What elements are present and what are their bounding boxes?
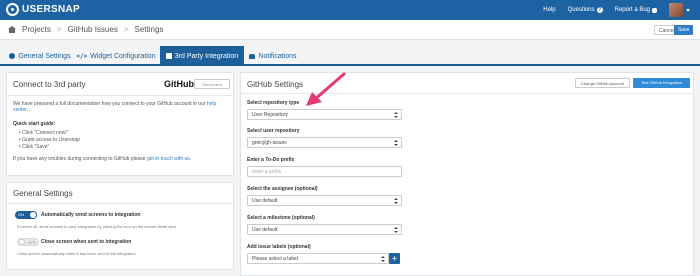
user-repo-label: Select user repository — [247, 128, 300, 134]
tab-label: General Settings — [18, 52, 71, 60]
labels-value: Please select a label — [252, 256, 298, 262]
questions-label: Questions — [567, 7, 595, 13]
close-screen-label: Close screen when sent to integration — [41, 239, 132, 245]
connect-panel-title: Connect to 3rd party — [13, 80, 86, 89]
milestone-select[interactable]: Use default — [247, 224, 402, 235]
disconnect-button[interactable]: Disconnect — [194, 79, 230, 89]
home-icon[interactable] — [8, 26, 16, 33]
breadcrumb-item-projects[interactable]: Projects — [22, 25, 51, 34]
quick-start-step: • Click "Save" — [19, 144, 50, 150]
tab-widget-configuration[interactable]: </> Widget Configuration — [76, 46, 156, 66]
bell-icon — [249, 53, 256, 59]
connect-intro: We have prepared a full documentation ho… — [13, 101, 229, 113]
code-icon: </> — [76, 52, 88, 60]
test-integration-button[interactable]: Test GitHub Integration — [633, 78, 690, 88]
github-settings-title: GitHub Settings — [247, 80, 304, 89]
toggle-knob — [18, 239, 25, 245]
user-avatar[interactable] — [669, 3, 683, 17]
toggle-knob — [30, 212, 36, 218]
auto-send-label: Automatically send screens to integratio… — [41, 212, 141, 218]
repo-type-value: User Repository — [252, 112, 288, 118]
circle-icon — [9, 53, 16, 59]
tab-label: 3rd Party Integration — [174, 52, 239, 60]
select-arrows-icon — [394, 227, 398, 233]
tab-3rd-party-integration[interactable]: 3rd Party Integration — [160, 46, 244, 66]
user-repo-select[interactable]: greicj/gh-issues — [247, 137, 402, 148]
milestone-label: Select a milestone (optional) — [247, 215, 315, 221]
repo-type-label: Select repository type — [247, 100, 300, 106]
quick-start-step: • Click "Connect now!" — [19, 130, 69, 136]
auto-send-toggle[interactable]: ON — [15, 211, 37, 219]
trouble-note: If you have any troubles during connecti… — [13, 156, 229, 162]
select-arrows-icon — [381, 256, 385, 262]
trouble-end: . — [189, 156, 192, 162]
tab-label: Widget Configuration — [90, 52, 156, 60]
help-link[interactable]: Help — [543, 7, 555, 13]
questions-menu[interactable]: Questions ? — [568, 7, 603, 13]
quick-start-step: • Grant access to Usersnap — [19, 137, 80, 143]
report-bug-link[interactable]: Report a Bug — [615, 7, 657, 13]
close-screen-toggle[interactable]: OFF — [17, 238, 39, 246]
tab-notifications[interactable]: Notifications — [246, 46, 300, 66]
connect-panel: Connect to 3rd party GitHub Disconnect W… — [6, 72, 234, 176]
trouble-text: If you have any troubles during connecti… — [13, 156, 146, 162]
top-navigation-bar: USERSNAP Help Questions ? Report a Bug — [0, 0, 700, 20]
divider — [7, 203, 233, 204]
todo-prefix-input[interactable]: enter a prefix — [247, 166, 402, 177]
milestone-value: Use default — [252, 227, 278, 233]
top-nav-links: Help Questions ? Report a Bug — [543, 0, 700, 20]
breadcrumb-separator: > — [123, 25, 129, 34]
save-button[interactable]: Save — [674, 25, 694, 35]
auto-send-description: If turned off, send screens to your inte… — [17, 224, 178, 229]
select-arrows-icon — [394, 112, 398, 118]
change-account-button[interactable]: Change GitHub Account — [575, 78, 630, 88]
breadcrumb-separator: > — [56, 25, 62, 34]
connect-intro-text: We have prepared a full documentation ho… — [13, 101, 206, 107]
chevron-down-icon[interactable] — [686, 8, 690, 12]
connect-intro-end: . — [26, 107, 29, 113]
user-repo-value: greicj/gh-issues — [252, 140, 287, 146]
assignee-value: Use default — [252, 198, 278, 204]
usersnap-logo[interactable]: USERSNAP — [6, 3, 80, 16]
toggle-state: OFF — [28, 240, 36, 245]
assignee-label: Select the assignee (optional) — [247, 186, 318, 192]
todo-prefix-label: Enter a To-Do prefix — [247, 157, 295, 163]
question-icon: ? — [596, 7, 603, 13]
quick-start-title: Quick start guide: — [13, 121, 56, 127]
general-settings-title: General Settings — [13, 189, 73, 198]
labels-select[interactable]: Please select a label — [247, 253, 389, 264]
report-bug-label: Report a Bug — [614, 7, 650, 13]
tab-general-settings[interactable]: General Settings — [6, 46, 74, 66]
labels-label: Add issue labels (optional) — [247, 244, 311, 250]
puzzle-icon — [165, 53, 172, 59]
contact-link[interactable]: get in touch with us — [147, 156, 190, 162]
close-screen-description: Close screen automatically when it has b… — [17, 251, 137, 256]
breadcrumb-item-settings: Settings — [134, 25, 164, 34]
brand-name: USERSNAP — [22, 4, 80, 15]
repo-type-select[interactable]: User Repository — [247, 109, 402, 120]
select-arrows-icon — [394, 140, 398, 146]
assignee-select[interactable]: Use default — [247, 195, 402, 206]
annotation-arrow-icon — [306, 72, 346, 106]
add-label-button[interactable]: + — [389, 253, 400, 264]
tab-label: Notifications — [258, 52, 297, 60]
todo-prefix-placeholder: enter a prefix — [252, 169, 282, 175]
breadcrumb: Projects > GitHub Issues > Settings — [8, 25, 163, 34]
usersnap-logo-icon — [6, 3, 19, 16]
toggle-state: ON — [18, 212, 24, 217]
select-arrows-icon — [394, 198, 398, 204]
breadcrumb-bar: Projects > GitHub Issues > Settings — [0, 20, 700, 40]
divider — [7, 95, 233, 96]
github-logo: GitHub — [164, 79, 194, 89]
breadcrumb-item-github-issues[interactable]: GitHub Issues — [68, 25, 118, 34]
general-settings-panel: General Settings ON Automatically send s… — [6, 182, 234, 270]
settings-tabs: General Settings </> Widget Configuratio… — [0, 46, 700, 66]
bug-icon — [652, 7, 657, 13]
